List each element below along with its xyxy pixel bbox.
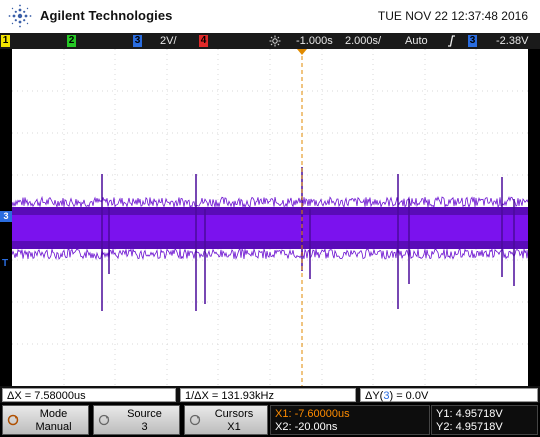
cursors-softkey[interactable]: Cursors X1 xyxy=(184,405,268,435)
delta-y-readout: ΔY(3) = 0.0V xyxy=(360,388,538,402)
channel-3-ground-marker[interactable]: 3 xyxy=(0,211,12,222)
trigger-level-marker[interactable]: T xyxy=(2,258,12,269)
trigger-time-marker-icon xyxy=(297,49,307,55)
mode-label: Mode xyxy=(39,408,68,420)
delta-y-label: ΔY( xyxy=(365,390,384,402)
source-softkey[interactable]: Source 3 xyxy=(93,405,180,435)
rotate-knob-icon xyxy=(189,414,201,426)
trigger-source-indicator[interactable]: 3 xyxy=(468,35,477,47)
mode-value: Manual xyxy=(35,421,72,433)
waveform-display[interactable] xyxy=(12,49,528,386)
waveform-plot xyxy=(12,49,528,386)
agilent-spark-logo-icon xyxy=(8,4,32,28)
cursor-y2-readout: Y2: 4.95718V xyxy=(436,421,503,433)
source-value: 3 xyxy=(141,421,148,433)
brand-name: Agilent Technologies xyxy=(40,8,173,23)
rotate-knob-icon xyxy=(98,414,110,426)
timebase-scale[interactable]: 2.000s/ xyxy=(345,34,381,48)
time-offset[interactable]: -1.000s xyxy=(296,34,333,48)
trigger-position-icon xyxy=(269,35,281,47)
date-time: TUE NOV 22 12:37:48 2016 xyxy=(377,9,528,23)
channel-1-indicator[interactable]: 1 xyxy=(1,35,10,47)
trigger-level[interactable]: -2.38V xyxy=(496,34,528,48)
channel-3-scale: 2V/ xyxy=(160,35,177,47)
mode-softkey[interactable]: Mode Manual xyxy=(2,405,89,435)
cursors-value: X1 xyxy=(227,421,241,433)
delta-x-readout: ΔX = 7.58000us xyxy=(2,388,176,402)
cursors-label: Cursors xyxy=(214,408,254,420)
source-label: Source xyxy=(127,408,162,420)
trigger-mode[interactable]: Auto xyxy=(405,34,428,48)
cursor-x2-readout: X2: -20.00ns xyxy=(275,421,338,433)
status-bar: 1 2 3 2V/ 4 -1.000s 2.000s/ Auto 3 -2.38… xyxy=(0,33,540,49)
inverse-delta-x-readout: 1/ΔX = 131.93kHz xyxy=(180,388,356,402)
cursor-y1-readout: Y1: 4.95718V xyxy=(436,408,503,420)
delta-y-value: ) = 0.0V xyxy=(389,390,429,402)
channel-2-indicator[interactable]: 2 xyxy=(67,35,76,47)
rotate-knob-icon xyxy=(7,414,19,426)
rising-edge-icon xyxy=(448,35,455,47)
title-header: Agilent Technologies TUE NOV 22 12:37:48… xyxy=(0,0,540,33)
channel-3-indicator[interactable]: 3 xyxy=(133,35,142,47)
channel-4-indicator[interactable]: 4 xyxy=(199,35,208,47)
cursor-y-readout-panel: Y1: 4.95718V Y2: 4.95718V xyxy=(431,405,538,435)
cursor-x1-readout: X1: -7.60000us xyxy=(275,408,350,420)
cursor-x-readout-panel: X1: -7.60000us X2: -20.00ns xyxy=(270,405,430,435)
